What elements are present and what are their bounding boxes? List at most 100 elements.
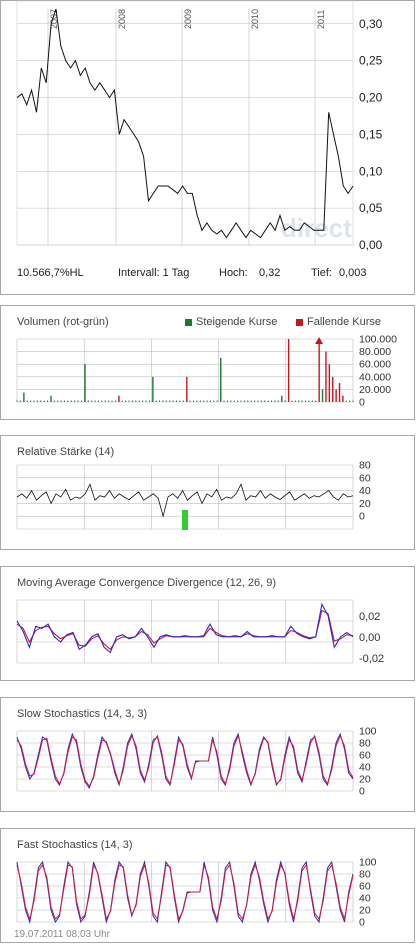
volume-bar <box>23 392 25 402</box>
volume-bar <box>57 400 59 402</box>
volume-bar <box>80 400 82 402</box>
macd-chart: 0,02 0,00 -0,02 <box>16 599 384 665</box>
y-tick-label: 40.000 <box>359 371 391 383</box>
volume-bar <box>162 400 164 402</box>
macd-line <box>16 602 354 654</box>
x-tick-label: 2009 <box>183 9 193 29</box>
volume-panel: Volumen (rot-grün) Steigende Kurse Falle… <box>0 305 415 420</box>
falling-bars <box>118 339 344 402</box>
y-tick-label: 20 <box>359 774 371 786</box>
fast-stoch-chart: 100806040200 <box>16 857 377 929</box>
volume-bar <box>159 400 161 402</box>
volume-bar <box>128 400 130 402</box>
volume-bar <box>131 400 133 402</box>
y-tick-label: 60 <box>359 750 371 762</box>
grid <box>17 9 353 246</box>
volume-bar <box>77 400 79 402</box>
peak-marker <box>315 337 324 344</box>
y-tick-label: 0 <box>359 511 365 523</box>
y-tick-label: 100 <box>359 857 377 869</box>
volume-bar <box>50 395 52 402</box>
y-ticks: 100806040200 <box>359 857 377 929</box>
volume-bar <box>223 400 225 402</box>
volume-bar <box>287 339 290 402</box>
volume-bar <box>94 400 96 402</box>
volume-bar <box>118 395 120 402</box>
volume-bar <box>260 400 262 402</box>
price-interval: Intervall: 1 Tag <box>118 267 190 279</box>
y-tick-label: 100.000 <box>359 334 397 346</box>
y-ticks: 0,30 0,25 0,20 0,15 0,10 0,05 0,00 <box>359 17 383 252</box>
y-tick-label: 80.000 <box>359 346 391 358</box>
volume-bar <box>87 400 89 402</box>
volume-bar <box>16 400 18 402</box>
volume-bar <box>26 400 28 402</box>
volume-bar <box>64 400 66 402</box>
y-tick-label: 0,10 <box>359 164 383 178</box>
price-high-label: Hoch: <box>219 267 248 279</box>
y-ticks: 0,02 0,00 -0,02 <box>359 611 384 665</box>
volume-bar <box>60 400 62 402</box>
y-tick-label: 0 <box>359 917 365 929</box>
volume-bar <box>203 400 205 402</box>
y-tick-label: 100 <box>359 726 377 738</box>
rsi-panel: Relative Stärke (14) 80 60 40 20 0 <box>0 435 415 550</box>
y-ticks: 100.00080.00060.00040.00020.0000 <box>359 334 397 409</box>
volume-bar <box>148 400 150 402</box>
volume-bar <box>213 400 215 402</box>
volume-bar <box>281 395 283 402</box>
volume-bar <box>192 400 194 402</box>
y-tick-label: 0 <box>359 786 365 798</box>
volume-bar <box>352 400 354 402</box>
volume-bar <box>271 400 273 402</box>
y-tick-label: 0,02 <box>359 611 380 623</box>
volume-chart: 100.00080.00060.00040.00020.0000 <box>16 334 397 409</box>
slow-stoch-d-line <box>16 734 354 788</box>
y-ticks: 806040200 <box>359 460 371 523</box>
y-tick-label: 0,05 <box>359 201 383 215</box>
volume-bar <box>70 400 72 402</box>
volume-bar <box>152 376 154 402</box>
volume-bar <box>53 400 55 402</box>
y-tick-label: 0 <box>359 397 365 409</box>
volume-bar <box>240 400 242 402</box>
y-tick-label: 0,00 <box>359 238 383 252</box>
volume-bar <box>304 400 306 402</box>
volume-bar <box>220 357 222 402</box>
slow-stoch-panel: Slow Stochastics (14, 3, 3) 100 80 60 40 20 0 <box>0 697 415 812</box>
y-tick-label: 60 <box>359 472 371 484</box>
volume-bar <box>318 339 320 402</box>
volume-bar <box>345 400 347 402</box>
volume-bar <box>97 400 99 402</box>
y-tick-label: 0,15 <box>359 127 383 141</box>
volume-bar <box>135 400 137 402</box>
y-tick-label: 60.000 <box>359 359 391 371</box>
volume-bar <box>294 400 296 402</box>
volume-bar <box>145 400 147 402</box>
volume-bar <box>182 400 184 402</box>
macd-panel: Moving Average Convergence Divergence (1… <box>0 566 415 681</box>
y-tick-label: 0,00 <box>359 632 380 644</box>
volume-bar <box>142 400 144 402</box>
volume-bar <box>165 400 167 402</box>
x-tick-label: 2008 <box>117 9 127 29</box>
x-tick-label: 2011 <box>316 10 326 29</box>
price-panel: direct 2007 2008 2009 2010 2011 0,30 0,25 0,20 0,… <box>0 0 415 295</box>
volume-bar <box>206 400 208 402</box>
volume-bar <box>247 400 249 402</box>
volume-bar <box>267 400 269 402</box>
volume-bar <box>91 400 93 402</box>
volume-bar <box>335 389 337 402</box>
y-tick-label: 80 <box>359 738 371 750</box>
volume-bar <box>321 389 324 402</box>
volume-bar <box>84 364 86 402</box>
volume-bar <box>311 400 313 402</box>
price-chart: direct2007 2008 2009 2010 2011 0,300,250,200,… <box>16 0 383 252</box>
volume-bar <box>36 400 38 402</box>
volume-bar <box>298 400 300 402</box>
volume-bar <box>19 400 21 402</box>
price-low-label: Tief: <box>311 267 332 279</box>
y-tick-label: 40 <box>359 893 371 905</box>
slow-stoch-k-line <box>16 732 354 790</box>
x-tick-label: 2010 <box>250 9 260 29</box>
